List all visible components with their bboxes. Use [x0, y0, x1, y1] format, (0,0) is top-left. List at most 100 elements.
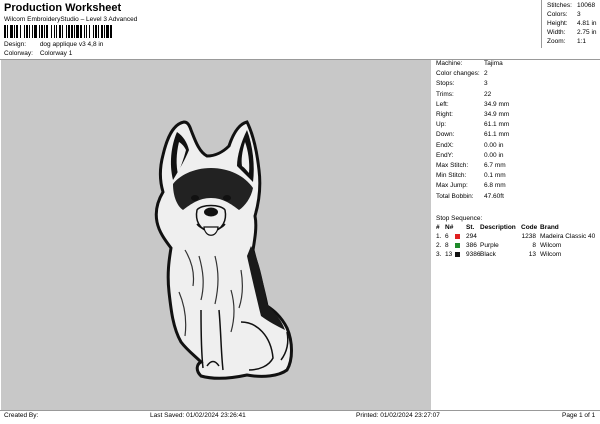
stop-brand: Madeira Classic 40	[540, 233, 596, 240]
machine-info-value: 0.00 in	[484, 151, 504, 159]
stop-row: 2. 8 386 Purple 8 Wilcom	[436, 242, 600, 251]
zoom-label: Zoom:	[547, 38, 566, 45]
machine-info-value: 3	[484, 80, 488, 88]
last-saved: Last Saved: 01/02/2024 23:26:41	[150, 412, 246, 419]
design-value: dog applique v3 4,8 in	[39, 41, 104, 48]
stop-num: 3.	[436, 251, 442, 258]
design-label: Design:	[4, 41, 27, 48]
thread-color-swatch	[455, 252, 460, 257]
footer-divider	[0, 410, 600, 411]
machine-info-row: EndX: 0.00 in	[436, 142, 504, 149]
stats-box: Stitches: 10068 Colors: 3 Height: 4.81 in W…	[541, 0, 600, 48]
stop-n: 13	[445, 251, 453, 258]
stop-brand: Wilcom	[540, 242, 562, 249]
machine-info-label: EndY:	[436, 151, 454, 159]
machine-info-value: 22	[484, 90, 492, 98]
machine-info-row: EndY: 0.00 in	[436, 152, 504, 159]
colors-label: Colors:	[547, 11, 568, 18]
thread-color-swatch	[455, 243, 460, 248]
machine-info-row: Color changes: 2	[436, 70, 488, 77]
stat-height: Height: 4.81 in	[547, 20, 597, 27]
colorway-label: Colorway:	[4, 50, 33, 57]
machine-info-label: Trims:	[436, 90, 454, 98]
machine-info-row: Machine: Tajima	[436, 60, 503, 67]
thread-color-swatch	[455, 234, 460, 239]
machine-info-row: Total Bobbin: 47.60ft	[436, 193, 504, 200]
stitches-label: Stitches:	[547, 2, 572, 9]
stop-n: 6	[445, 233, 449, 240]
machine-info-label: EndX:	[436, 141, 454, 149]
machine-info-row: Left: 34.9 mm	[436, 101, 509, 108]
zoom-value: 1:1	[577, 38, 587, 45]
machine-info-value: 0.00 in	[484, 141, 504, 149]
colorway-value: Colorway 1	[39, 50, 73, 57]
stop-stitches: 9386	[466, 251, 481, 258]
page-number: Page 1 of 1	[562, 412, 596, 419]
machine-info-value: 2	[484, 70, 488, 78]
col-brand: Brand	[540, 224, 559, 231]
machine-info-value: 61.1 mm	[484, 131, 510, 139]
software-name: Wilcom EmbroideryStudio – Level 3 Advanc…	[4, 16, 138, 23]
created-by: Created By:	[4, 412, 39, 419]
stop-code: 13	[528, 251, 536, 258]
machine-info-row: Max Stitch: 6.7 mm	[436, 162, 506, 169]
machine-info-label: Down:	[436, 131, 455, 139]
stop-row: 3. 13 9386 Black 13 Wilcom	[436, 251, 600, 260]
machine-info-label: Left:	[436, 100, 449, 108]
col-st: St.	[466, 224, 475, 231]
worksheet-title: Production Worksheet	[4, 2, 122, 14]
machine-info-label: Max Jump:	[436, 182, 468, 190]
col-num: #	[436, 224, 440, 231]
colors-value: 3	[577, 11, 581, 18]
stop-num: 2.	[436, 242, 442, 249]
stop-brand: Wilcom	[540, 251, 562, 258]
machine-info-label: Max Stitch:	[436, 162, 469, 169]
design-preview	[1, 60, 431, 410]
machine-info-label: Stops:	[436, 80, 455, 88]
width-label: Width:	[547, 29, 566, 36]
stat-stitches: Stitches: 10068	[547, 2, 595, 9]
stop-description: Black	[480, 251, 496, 258]
stop-description: Purple	[480, 242, 499, 249]
stop-row: 1. 6 294 1238 Madeira Classic 40	[436, 233, 600, 242]
stop-stitches: 294	[466, 233, 477, 240]
machine-info-row: Max Jump: 6.8 mm	[436, 182, 506, 189]
machine-info-label: Total Bobbin:	[436, 192, 474, 200]
colorway-line: Colorway: Colorway 1	[4, 50, 72, 57]
machine-info-label: Color changes:	[436, 70, 480, 78]
machine-info-row: Stops: 3	[436, 80, 488, 87]
machine-info-value: 34.9 mm	[484, 111, 510, 118]
printed-date: Printed: 01/02/2024 23:27:07	[356, 412, 440, 419]
machine-info-row: Trims: 22	[436, 91, 491, 98]
machine-info-label: Up:	[436, 121, 447, 129]
width-value: 2.75 in	[577, 29, 597, 36]
machine-info-value: 61.1 mm	[484, 121, 510, 129]
left-eye	[191, 195, 199, 201]
height-label: Height:	[547, 20, 568, 27]
stop-stitches: 386	[466, 242, 477, 249]
machine-info-value: Tajima	[484, 60, 503, 67]
design-line: Design: dog applique v3 4,8 in	[4, 41, 103, 48]
machine-info-label: Machine:	[436, 60, 463, 67]
stop-num: 1.	[436, 233, 442, 240]
dog-applique-drawing	[154, 120, 293, 380]
nose	[204, 207, 218, 217]
machine-info-value: 0.1 mm	[484, 172, 506, 180]
barcode	[4, 25, 172, 38]
machine-info-value: 6.7 mm	[484, 162, 506, 169]
barcode-bar	[112, 25, 113, 38]
machine-info-value: 47.60ft	[484, 192, 504, 200]
col-code: Code	[521, 224, 538, 231]
col-description: Description	[480, 224, 516, 231]
machine-info-value: 6.8 mm	[484, 182, 506, 190]
stat-zoom: Zoom: 1:1	[547, 38, 586, 45]
stop-sequence-title: Stop Sequence:	[436, 215, 483, 222]
stop-code: 1238	[521, 233, 536, 240]
stop-code: 8	[532, 242, 536, 249]
machine-info-row: Up: 61.1 mm	[436, 121, 509, 128]
stat-width: Width: 2.75 in	[547, 29, 597, 36]
machine-info-value: 34.9 mm	[484, 100, 510, 108]
machine-info-label: Right:	[436, 111, 453, 118]
stitches-value: 10068	[577, 2, 596, 9]
col-n: N#	[445, 224, 454, 231]
